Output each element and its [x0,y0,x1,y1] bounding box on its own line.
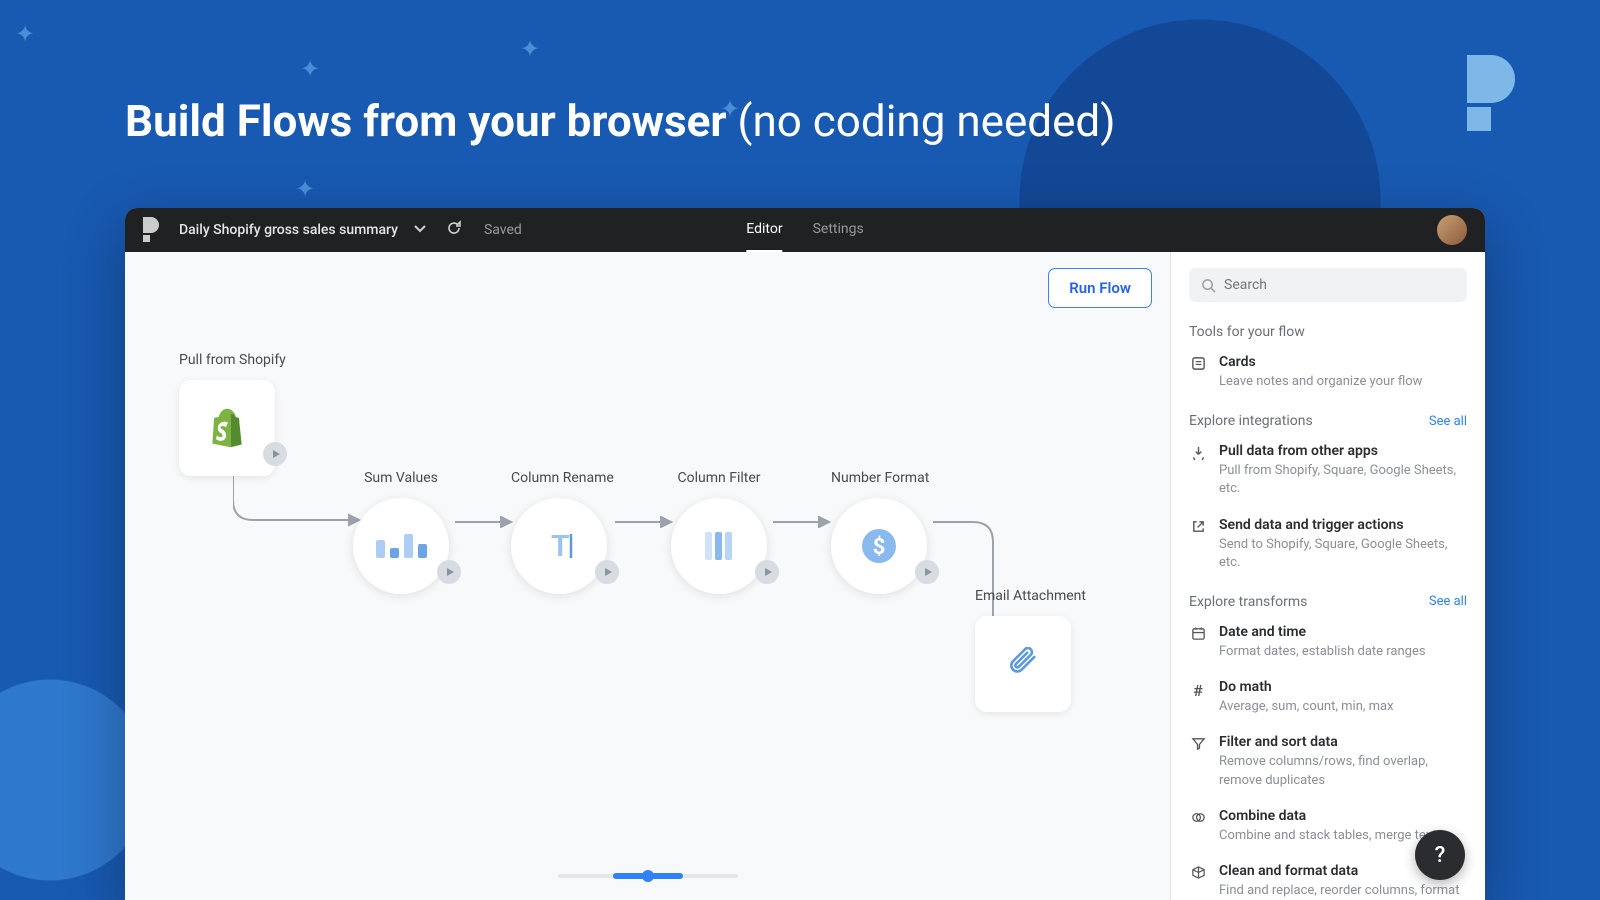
play-icon[interactable] [437,560,461,584]
svg-text:$: $ [873,535,886,560]
search-icon [1201,278,1216,293]
node-pull-shopify[interactable]: Pull from Shopify [179,352,286,476]
dollar-icon: $ [859,526,899,566]
section-transforms-label: Explore transforms [1189,594,1307,610]
flow-name: Daily Shopify gross sales summary [179,222,398,238]
flow-dropdown-icon[interactable] [412,220,428,240]
text-cursor-icon: T [537,524,581,568]
app-window: Daily Shopify gross sales summary Saved … [125,208,1485,900]
search-input[interactable] [1189,268,1467,302]
tool-do-math[interactable]: # Do mathAverage, sum, count, min, max [1189,679,1467,716]
tool-date-time[interactable]: Date and timeFormat dates, establish dat… [1189,624,1467,661]
external-link-icon [1189,517,1207,572]
node-column-rename[interactable]: Column Rename T [511,470,614,594]
play-icon[interactable] [263,442,287,466]
app-logo-icon [143,217,159,243]
parabola-logo-corner [1467,55,1515,135]
topbar: Daily Shopify gross sales summary Saved … [125,208,1485,252]
play-icon[interactable] [595,560,619,584]
node-email-attachment[interactable]: Email Attachment [975,588,1086,712]
tool-send-data[interactable]: Send data and trigger actionsSend to Sho… [1189,517,1467,572]
avatar[interactable] [1437,215,1467,245]
reload-icon[interactable] [446,220,462,240]
section-tools-label: Tools for your flow [1189,324,1467,340]
saved-status: Saved [484,222,522,238]
run-flow-button[interactable]: Run Flow [1048,268,1152,308]
node-number-format[interactable]: Number Format $ [831,470,929,594]
bars-icon [376,534,427,558]
tool-pull-data[interactable]: Pull data from other appsPull from Shopi… [1189,443,1467,498]
canvas-scrollbar[interactable] [558,874,738,878]
link-icon [1189,808,1207,845]
shopify-icon [205,406,249,450]
tool-filter-sort[interactable]: Filter and sort dataRemove columns/rows,… [1189,734,1467,789]
download-icon [1189,443,1207,498]
columns-icon [699,526,739,566]
svg-text:T: T [551,529,569,564]
flow-canvas[interactable]: Run Flow Pull from Shopify [125,252,1170,900]
play-icon[interactable] [915,560,939,584]
tab-editor[interactable]: Editor [746,208,782,253]
hash-icon: # [1189,679,1207,716]
see-all-integrations[interactable]: See all [1429,414,1467,429]
node-column-filter[interactable]: Column Filter [671,470,767,594]
attachment-icon [1006,647,1040,681]
help-button[interactable]: ? [1415,830,1465,880]
node-sum-values[interactable]: Sum Values [353,470,449,594]
calendar-icon [1189,624,1207,661]
play-icon[interactable] [755,560,779,584]
section-integrations-label: Explore integrations [1189,413,1313,429]
tool-cards[interactable]: CardsLeave notes and organize your flow [1189,354,1467,391]
cards-icon [1189,354,1207,391]
main-tabs: Editor Settings [746,208,863,253]
tools-sidepanel: Tools for your flow CardsLeave notes and… [1170,252,1485,900]
cube-icon [1189,863,1207,900]
tab-settings[interactable]: Settings [813,208,864,253]
funnel-icon [1189,734,1207,789]
hero-title: Build Flows from your browser (no coding… [125,95,1116,147]
see-all-transforms[interactable]: See all [1429,594,1467,609]
